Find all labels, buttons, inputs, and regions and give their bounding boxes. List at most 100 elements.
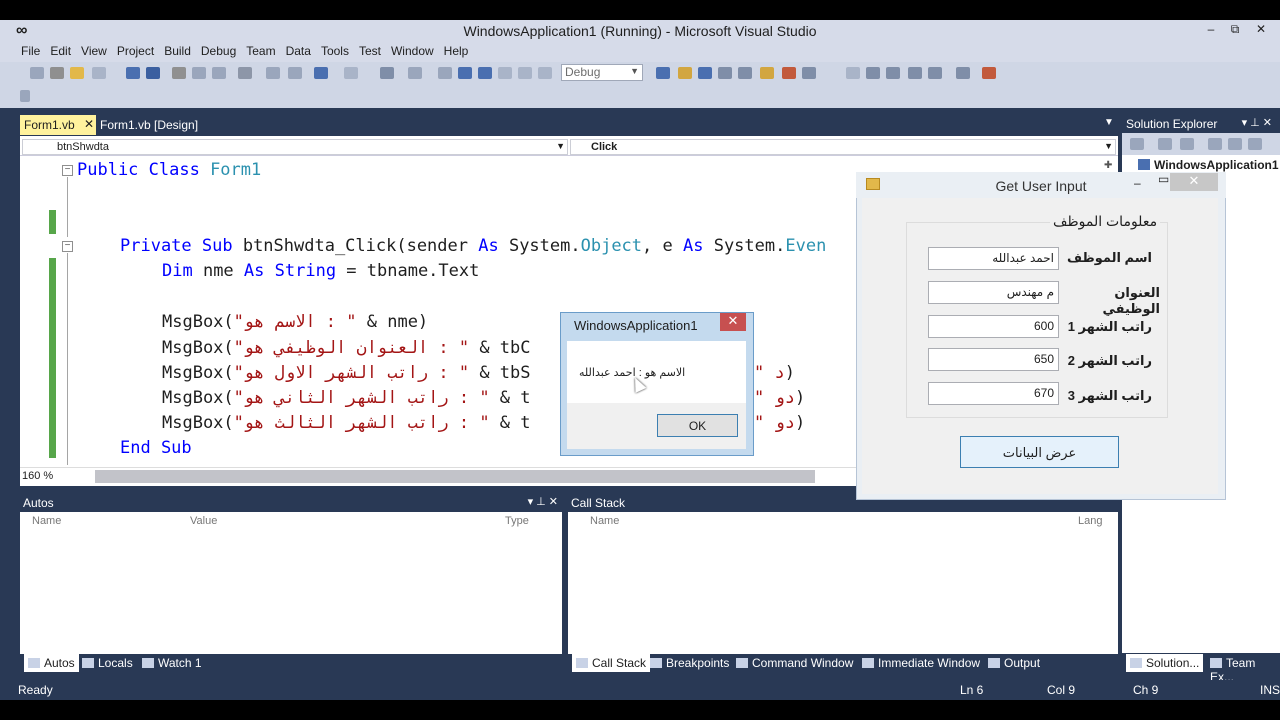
step-into-icon[interactable] bbox=[498, 67, 512, 79]
method-name-dropdown[interactable]: Click ▼ bbox=[570, 139, 1116, 155]
solution-item[interactable]: WindowsApplication1 bbox=[1138, 158, 1279, 172]
tab-solution[interactable]: Solution... bbox=[1126, 654, 1204, 672]
show-all-files-icon[interactable] bbox=[1228, 138, 1242, 150]
menu-tools[interactable]: Tools bbox=[316, 42, 354, 58]
copy-icon[interactable] bbox=[192, 67, 206, 79]
column-name[interactable]: Name bbox=[590, 515, 619, 527]
extension-icon[interactable] bbox=[802, 67, 816, 79]
tab-output[interactable]: Output bbox=[988, 656, 1040, 670]
comment-icon[interactable] bbox=[266, 67, 280, 79]
horizontal-scrollbar[interactable] bbox=[95, 470, 815, 483]
salary-month-1-input[interactable]: 600 bbox=[928, 315, 1059, 338]
format-icon[interactable] bbox=[866, 67, 880, 79]
tab-form1-vb[interactable]: Form1.vb ✕ bbox=[20, 115, 96, 135]
properties-icon[interactable] bbox=[1248, 138, 1262, 150]
class-name-dropdown[interactable]: btnShwdta ▼ bbox=[22, 139, 568, 155]
menu-view[interactable]: View bbox=[76, 42, 112, 58]
salary-month-3-input[interactable]: 670 bbox=[928, 382, 1059, 405]
paste-icon[interactable] bbox=[212, 67, 226, 79]
pin-icon[interactable]: ▾ ⊥ ✕ bbox=[1242, 116, 1272, 129]
uncomment-icon[interactable] bbox=[288, 67, 302, 79]
server-explorer-icon[interactable] bbox=[760, 67, 774, 79]
stop-icon[interactable] bbox=[478, 67, 492, 79]
restore-button[interactable]: ⧉ bbox=[1224, 22, 1246, 38]
tab-locals[interactable]: Locals bbox=[82, 656, 133, 670]
navigate-icon[interactable] bbox=[380, 67, 394, 79]
cut-icon[interactable] bbox=[172, 67, 186, 79]
tab-call-stack[interactable]: Call Stack bbox=[572, 654, 651, 672]
menu-edit[interactable]: Edit bbox=[45, 42, 76, 58]
tab-immediate-window[interactable]: Immediate Window bbox=[862, 656, 980, 670]
ok-button[interactable]: OK bbox=[657, 414, 738, 437]
close-button[interactable]: ✕ bbox=[1250, 22, 1272, 38]
collapse-class-icon[interactable]: − bbox=[62, 165, 73, 176]
salary-month-2-input[interactable]: 650 bbox=[928, 348, 1059, 371]
undo-icon[interactable] bbox=[314, 67, 328, 79]
message-box-close-button[interactable]: ✕ bbox=[720, 313, 746, 331]
close-tab-icon[interactable]: ✕ bbox=[84, 117, 94, 131]
solution-configuration-select[interactable]: Debug ▼ bbox=[561, 64, 643, 81]
solution-explorer-icon[interactable] bbox=[678, 67, 692, 79]
start-icon[interactable] bbox=[408, 67, 422, 79]
column-type[interactable]: Type bbox=[505, 515, 529, 527]
panel-controls-icon[interactable]: ▾ ⊥ ✕ bbox=[528, 495, 558, 508]
object-browser-icon[interactable] bbox=[718, 67, 732, 79]
menu-project[interactable]: Project bbox=[112, 42, 159, 58]
menu-team[interactable]: Team bbox=[241, 42, 280, 58]
save-icon[interactable] bbox=[126, 67, 140, 79]
refresh-icon[interactable] bbox=[1180, 138, 1194, 150]
tab-breakpoints[interactable]: Breakpoints bbox=[650, 656, 729, 670]
menu-test[interactable]: Test bbox=[354, 42, 386, 58]
start-page-icon[interactable] bbox=[782, 67, 796, 79]
tools-icon[interactable] bbox=[956, 67, 970, 79]
bookmark-icon[interactable] bbox=[846, 67, 860, 79]
minimize-button[interactable]: ‒ bbox=[1200, 22, 1222, 38]
pause-icon[interactable] bbox=[458, 67, 472, 79]
step-over-icon[interactable] bbox=[518, 67, 532, 79]
solution-icon bbox=[1130, 658, 1142, 668]
form-maximize-button[interactable]: ▭ bbox=[1158, 172, 1169, 186]
column-name[interactable]: Name bbox=[32, 515, 61, 527]
menu-data[interactable]: Data bbox=[281, 42, 316, 58]
form-minimize-button[interactable]: ‒ bbox=[1134, 176, 1141, 190]
menu-build[interactable]: Build bbox=[159, 42, 196, 58]
tab-watch[interactable]: Watch 1 bbox=[142, 656, 202, 670]
tab-form1-design[interactable]: Form1.vb [Design] bbox=[96, 115, 202, 135]
open-file-icon[interactable] bbox=[70, 67, 84, 79]
sync-icon[interactable] bbox=[1158, 138, 1172, 150]
zoom-level[interactable]: 160 % bbox=[22, 470, 53, 482]
add-item-icon[interactable] bbox=[50, 67, 64, 79]
step-out-icon[interactable] bbox=[538, 67, 552, 79]
properties-icon[interactable] bbox=[698, 67, 712, 79]
add-new-item-icon[interactable] bbox=[92, 67, 106, 79]
column-lang[interactable]: Lang bbox=[1078, 515, 1102, 527]
indent-icon[interactable] bbox=[886, 67, 900, 79]
tab-dropdown-icon[interactable]: ▼ bbox=[1104, 117, 1114, 128]
find-icon[interactable] bbox=[238, 67, 252, 79]
tab-command-window[interactable]: Command Window bbox=[736, 656, 853, 670]
tab-autos[interactable]: Autos bbox=[24, 654, 79, 672]
new-project-icon[interactable] bbox=[30, 67, 44, 79]
menu-debug[interactable]: Debug bbox=[196, 42, 241, 58]
form-close-button[interactable]: ✕ bbox=[1170, 173, 1218, 191]
column-value[interactable]: Value bbox=[190, 515, 217, 527]
split-icon[interactable]: ✚ bbox=[1104, 160, 1112, 171]
layout-icon[interactable] bbox=[982, 67, 996, 79]
menu-file[interactable]: File bbox=[16, 42, 45, 58]
show-data-button[interactable]: عرض البيانات bbox=[960, 436, 1119, 468]
home-icon[interactable] bbox=[1130, 138, 1144, 150]
toolbox-icon[interactable] bbox=[738, 67, 752, 79]
job-title-input[interactable]: م مهندس bbox=[928, 281, 1059, 304]
collapse-all-icon[interactable] bbox=[1208, 138, 1222, 150]
menu-window[interactable]: Window bbox=[386, 42, 439, 58]
employee-name-input[interactable]: احمد عبدالله bbox=[928, 247, 1059, 270]
align-icon[interactable] bbox=[928, 67, 942, 79]
find-in-files-icon[interactable] bbox=[656, 67, 670, 79]
collapse-sub-icon[interactable]: − bbox=[62, 241, 73, 252]
redo-icon[interactable] bbox=[344, 67, 358, 79]
menu-help[interactable]: Help bbox=[439, 42, 474, 58]
save-all-icon[interactable] bbox=[146, 67, 160, 79]
outdent-icon[interactable] bbox=[908, 67, 922, 79]
continue-icon[interactable] bbox=[438, 67, 452, 79]
overflow-icon[interactable] bbox=[20, 90, 30, 102]
